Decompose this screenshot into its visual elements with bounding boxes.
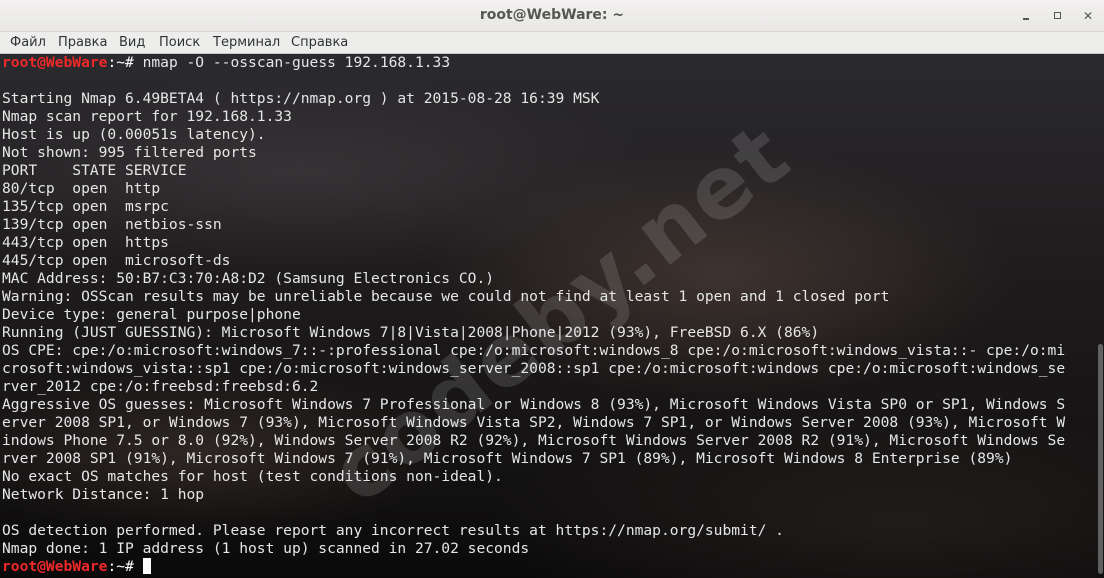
output-line: indows Phone 7.5 or 8.0 (92%), Windows S… bbox=[2, 432, 1066, 449]
output-line: 139/tcp open netbios-ssn bbox=[2, 216, 222, 233]
output-line: Network Distance: 1 hop bbox=[2, 486, 205, 503]
window-title: root@WebWare: ~ bbox=[479, 7, 625, 23]
prompt-path: :~# bbox=[107, 54, 143, 71]
output-line: rver 2008 SP1 (91%), Microsoft Windows 7… bbox=[2, 450, 1013, 467]
output-line: crosoft:windows_vista::sp1 cpe:/o:micros… bbox=[2, 360, 1066, 377]
minimize-button[interactable] bbox=[1015, 6, 1037, 26]
command-text: nmap -O --osscan-guess 192.168.1.33 bbox=[142, 54, 451, 71]
output-line: Device type: general purpose|phone bbox=[2, 306, 301, 323]
output-line: Not shown: 995 filtered ports bbox=[2, 144, 257, 161]
output-line: MAC Address: 50:B7:C3:70:A8:D2 (Samsung … bbox=[2, 270, 495, 287]
output-line: 445/tcp open microsoft-ds bbox=[2, 252, 231, 269]
output-line: OS detection performed. Please report an… bbox=[2, 522, 784, 539]
output-line: erver 2008 SP1, or Windows 7 (93%), Micr… bbox=[2, 414, 1066, 431]
terminal-window: root@WebWare: ~ ✕ Файл Правка Вид Поиск … bbox=[0, 0, 1104, 578]
menu-terminal[interactable]: Терминал bbox=[213, 35, 280, 50]
prompt-path: :~# bbox=[107, 558, 143, 575]
output-line: rver_2012 cpe:/o:freebsd:freebsd:6.2 bbox=[2, 378, 319, 395]
output-line: No exact OS matches for host (test condi… bbox=[2, 468, 503, 485]
menu-view[interactable]: Вид bbox=[119, 35, 145, 50]
menu-search[interactable]: Поиск bbox=[159, 35, 200, 50]
maximize-button[interactable] bbox=[1046, 6, 1068, 26]
menu-help[interactable]: Справка bbox=[291, 35, 348, 50]
output-line: Host is up (0.00051s latency). bbox=[2, 126, 266, 143]
menu-bar: Файл Правка Вид Поиск Терминал Справка bbox=[0, 32, 1104, 54]
output-line: OS CPE: cpe:/o:microsoft:windows_7::-:pr… bbox=[2, 342, 1066, 359]
prompt-user: root@WebWare bbox=[2, 54, 108, 71]
active-prompt-line[interactable]: root@WebWare:~# bbox=[2, 558, 1102, 576]
output-line: PORT STATE SERVICE bbox=[2, 162, 187, 179]
close-icon: ✕ bbox=[1082, 9, 1094, 23]
output-line: Starting Nmap 6.49BETA4 ( https://nmap.o… bbox=[2, 90, 600, 107]
output-line: Aggressive OS guesses: Microsoft Windows… bbox=[2, 396, 1066, 413]
output-line: 135/tcp open msrpc bbox=[2, 198, 169, 215]
output-line: 80/tcp open http bbox=[2, 180, 161, 197]
minimize-icon bbox=[1023, 18, 1029, 20]
output-line: Nmap done: 1 IP address (1 host up) scan… bbox=[2, 540, 530, 557]
title-bar[interactable]: root@WebWare: ~ ✕ bbox=[0, 0, 1104, 32]
output-line: Warning: OSScan results may be unreliabl… bbox=[2, 288, 890, 305]
scrollbar-thumb[interactable] bbox=[1098, 344, 1103, 574]
terminal-output: root@WebWare:~# nmap -O --osscan-guess 1… bbox=[2, 54, 1102, 576]
output-lines: Starting Nmap 6.49BETA4 ( https://nmap.o… bbox=[2, 72, 1102, 558]
prompt-user: root@WebWare bbox=[2, 558, 108, 575]
scrollbar[interactable] bbox=[1096, 54, 1104, 578]
menu-file[interactable]: Файл bbox=[10, 35, 46, 50]
maximize-icon bbox=[1054, 12, 1061, 19]
command-line: root@WebWare:~# nmap -O --osscan-guess 1… bbox=[2, 54, 1102, 72]
terminal-area[interactable]: codeby.net root@WebWare:~# nmap -O --oss… bbox=[0, 54, 1104, 578]
output-line: 443/tcp open https bbox=[2, 234, 169, 251]
close-button[interactable]: ✕ bbox=[1077, 6, 1099, 26]
menu-edit[interactable]: Правка bbox=[58, 35, 107, 50]
output-line: Nmap scan report for 192.168.1.33 bbox=[2, 108, 292, 125]
text-cursor bbox=[142, 558, 151, 574]
output-line: Running (JUST GUESSING): Microsoft Windo… bbox=[2, 324, 820, 341]
